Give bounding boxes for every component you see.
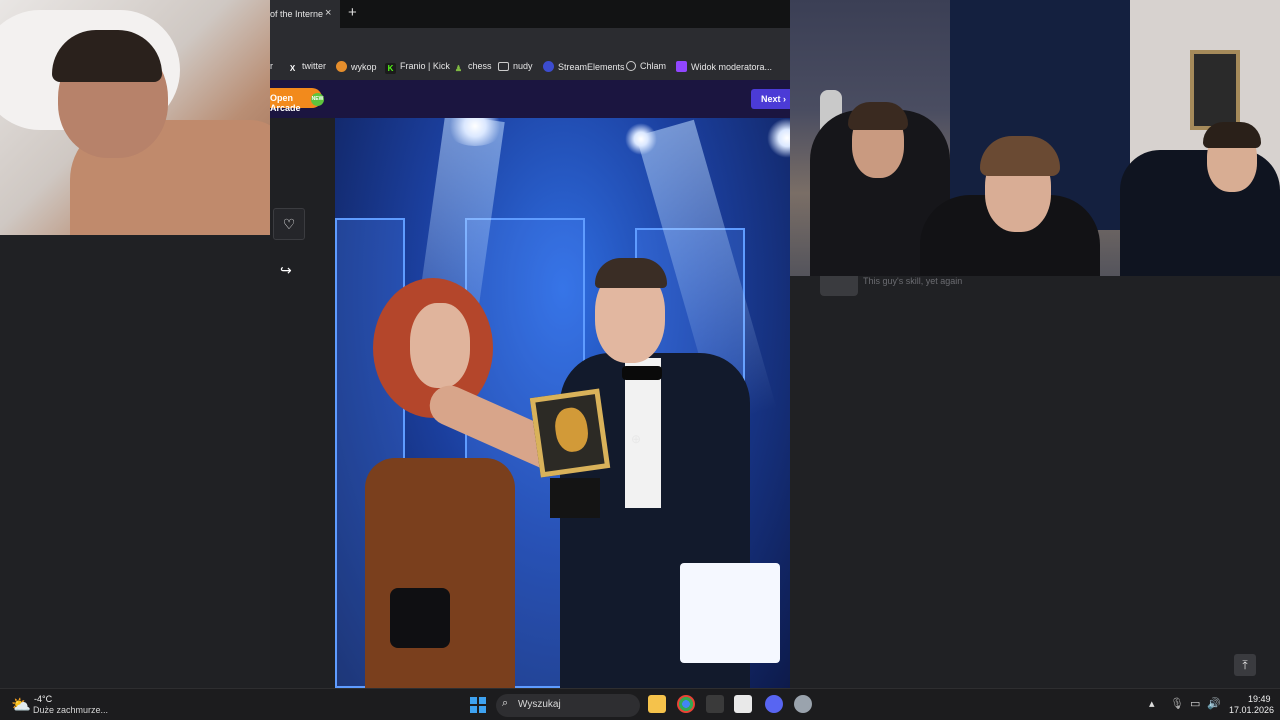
post-image[interactable]: ⊕ [335,118,791,688]
next-button[interactable]: Next › [751,89,790,109]
zoom-in-cursor-icon: ⊕ [631,432,642,446]
post-actions: ♡ ↪ [270,118,334,688]
tab-title: of the Interne [270,9,324,19]
bookmark-moderator-view[interactable]: Widok moderatora... [676,61,772,72]
bookmark-label: Widok moderatora... [691,62,773,72]
photographer-camera [390,588,450,648]
chevron-right-icon: › [783,94,787,104]
microphone-icon[interactable]: 🎙 [1170,697,1184,710]
bookmark-label: Franio | Kick [400,61,450,71]
folder-icon [498,62,509,71]
bookmark-streamelements[interactable]: StreamElements [543,61,625,72]
bookmark-folder-nudy[interactable]: nudy [498,61,533,71]
globe-icon [626,61,636,71]
wykop-icon [336,61,347,72]
bookmark-kick[interactable]: K Franio | Kick [385,61,450,74]
webcam-person-right-hair [1203,122,1261,148]
volume-icon[interactable]: 🔊 [1207,697,1221,710]
cloudy-weather-icon[interactable]: ⛅ [11,695,31,715]
avatar [820,276,858,296]
bookmark-label: twitter [302,61,327,71]
app-icon[interactable] [706,695,724,713]
stage-spotlight [625,123,657,155]
weather-temperature[interactable]: -4°C [34,694,52,704]
address-bar[interactable] [270,28,790,54]
app-icon[interactable] [734,695,752,713]
comment-section: This guy's skill, yet again ⤒ [790,276,1280,688]
share-icon[interactable]: ↪ [280,262,292,279]
bookmark-chess[interactable]: ♟ chess [453,61,492,74]
new-badge: NEW [311,93,324,106]
man-hair [595,258,667,288]
taskbar-search-input[interactable]: ⌕ Wyszukaj [496,694,640,717]
award-trophy [529,388,611,478]
display-icon[interactable]: ▭ [1190,697,1200,710]
bookmark-item[interactable]: r [270,61,273,71]
new-tab-button[interactable]: + [348,4,357,21]
bookmark-label: chess [468,61,492,71]
woman-face [410,303,470,388]
tab-close-icon[interactable]: × [325,7,331,19]
discord-icon[interactable] [765,695,783,713]
tab-bar: of the Interne × + [270,0,790,28]
chevron-up-icon[interactable]: ▴ [1149,697,1155,710]
trophy-base [550,478,600,518]
settings-gear-icon[interactable] [794,695,812,713]
clock-time[interactable]: 19:49 [1248,694,1271,704]
studio-softbox [680,563,780,663]
bookmark-label: Chlam [640,61,667,71]
scroll-to-top-icon[interactable]: ⤒ [1234,654,1256,676]
woman-dress [365,458,515,688]
trophy-head-sculpture [552,405,591,454]
chrome-icon[interactable] [677,695,695,713]
windows-taskbar: ⛅ -4°C Duże zachmurze... ⌕ Wyszukaj ▴ 🎙 … [0,688,1280,720]
bookmarks-bar: r Xtwitter wykop K Franio | Kick ♟ chess n… [270,54,790,80]
screen: of the Interne × + r Xtwitter wykop K Fra… [0,0,1280,720]
bookmark-label: wykop [351,62,377,72]
bookmark-wykop[interactable]: wykop [336,61,377,72]
bookmark-label: r [270,61,273,71]
bookmark-label: nudy [513,61,533,71]
webcam-person-left-hair [848,102,908,130]
bowtie [622,366,662,380]
windows-start-icon[interactable] [470,697,486,713]
heart-icon[interactable]: ♡ [273,208,305,240]
twitch-icon [676,61,687,72]
streamer-webcam [790,0,1280,276]
file-explorer-icon[interactable] [648,695,666,713]
stage-spotlight [767,118,791,158]
bookmark-chlam[interactable]: Chlam [626,61,666,71]
weather-description[interactable]: Duże zachmurze... [33,705,108,715]
active-tab[interactable]: of the Interne × [270,0,340,28]
clock-date[interactable]: 17.01.2026 [1229,705,1274,715]
streamelements-icon [543,61,554,72]
bookmark-label: StreamElements [558,62,625,72]
search-icon: ⌕ [502,697,509,709]
streamer-facecam [0,0,270,235]
open-arcade-button[interactable]: Open Arcade NEW [270,88,324,113]
x-twitter-icon: X [289,64,296,73]
comment-text: This guy's skill, yet again [863,276,963,286]
open-arcade-label: Open Arcade [270,93,301,113]
bookmark-twitter[interactable]: Xtwitter [287,61,326,74]
search-placeholder: Wyszukaj [518,699,561,710]
webcam-picture-frame [1190,50,1240,130]
next-label: Next [761,94,781,104]
site-header: Open Arcade NEW Next › [270,80,790,118]
kick-icon: K [385,63,396,74]
chess-pawn-icon: ♟ [454,64,463,73]
